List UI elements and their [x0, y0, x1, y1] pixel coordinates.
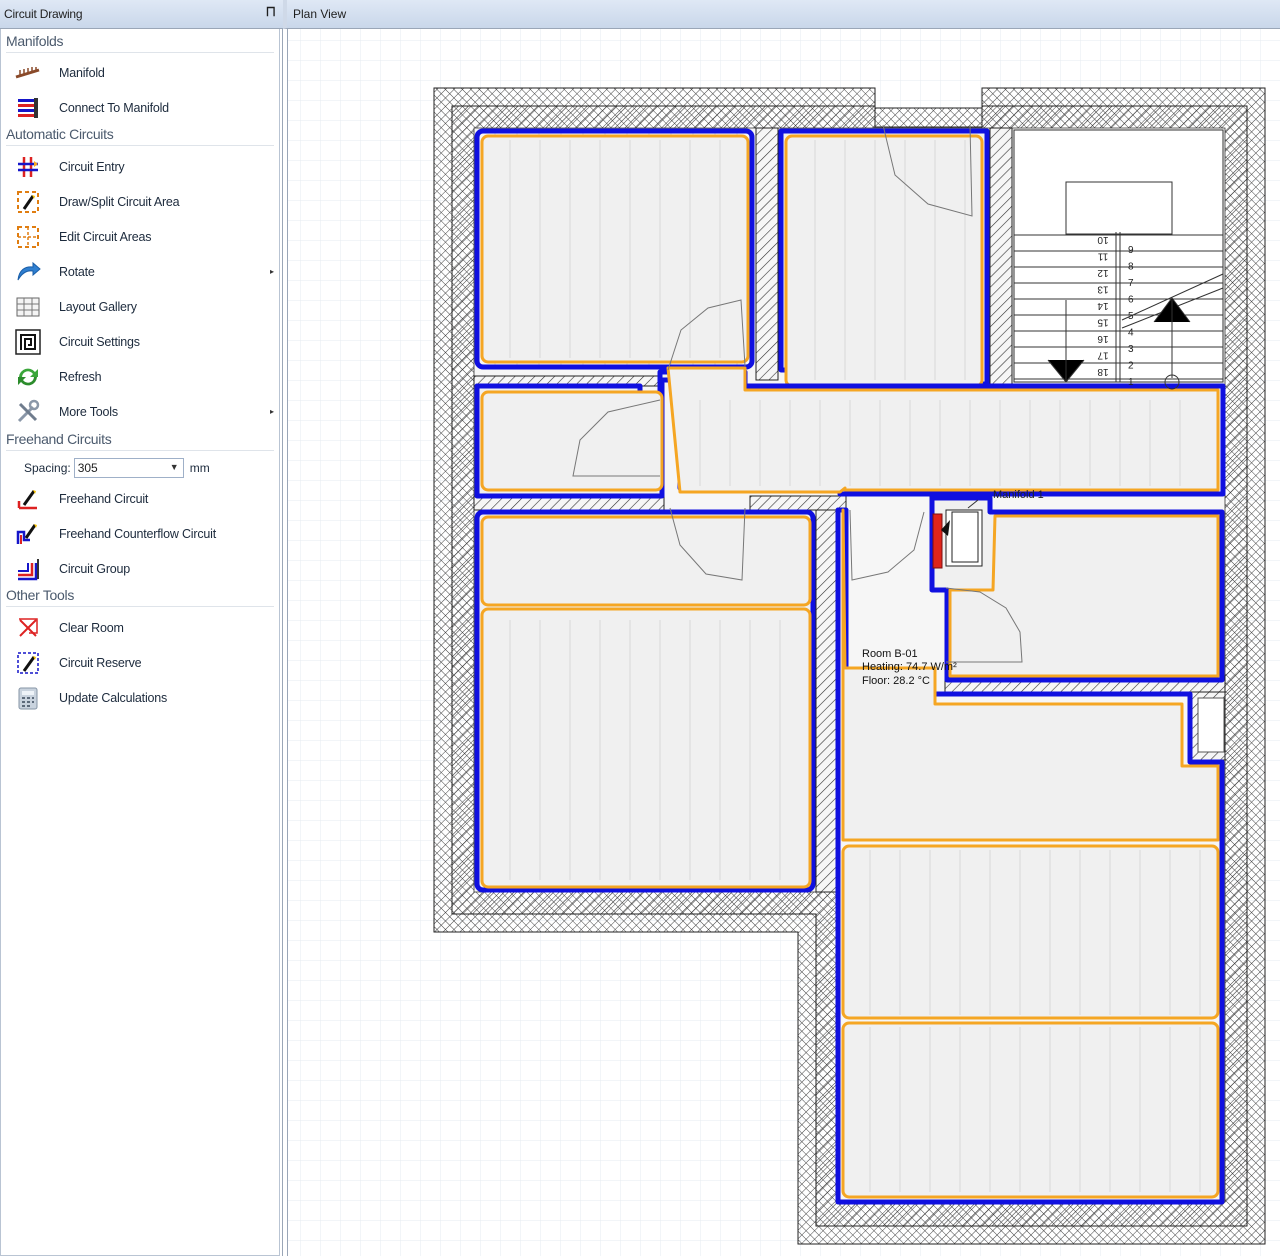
stair-number: 12 [1097, 267, 1109, 278]
stair-number: 2 [1128, 361, 1134, 372]
layout-gallery-icon [14, 294, 42, 320]
update-calculations-label: Update Calculations [59, 691, 168, 705]
freehand-circuit-icon [14, 486, 42, 512]
stair-numbers-left: 10 11 12 13 14 15 16 17 18 [1097, 234, 1109, 377]
clear-room-button[interactable]: Clear Room [14, 613, 276, 643]
update-calculations-button[interactable]: Update Calculations [14, 683, 276, 713]
group-header-freehand: Freehand Circuits [6, 431, 274, 451]
room-heating: Heating: 74.7 W/m² [862, 661, 957, 673]
circuit-drawing-panel: Circuit Drawing ⨅ Manifolds Manifold Con… [0, 0, 283, 1256]
manifold-label: Manifold [59, 66, 105, 80]
spacing-label: Spacing: [24, 461, 71, 475]
room-name: Room B-01 [862, 648, 918, 660]
draw-split-icon [14, 189, 42, 215]
panel-title-bar: Circuit Drawing ⨅ [0, 0, 283, 29]
stair-numbers-right: 9 8 7 6 5 4 3 2 1 [1128, 245, 1134, 388]
plan-canvas[interactable]: 10 11 12 13 14 15 16 17 18 987654321 Manifold 1 … [287, 29, 1280, 1256]
stair-number: 6 [1128, 295, 1134, 306]
stair-number: 18 [1097, 366, 1109, 377]
freehand-counterflow-icon [14, 521, 42, 547]
stairwell: 10 11 12 13 14 15 16 17 18 9 8 7 6 5 4 3 2 1 [1013, 129, 1224, 390]
plan-title: Plan View [293, 7, 347, 21]
draw-split-label: Draw/Split Circuit Area [59, 195, 180, 209]
calculator-icon [14, 685, 42, 711]
tools-icon [14, 399, 42, 425]
layout-gallery-label: Layout Gallery [59, 300, 137, 314]
stair-number: 5 [1128, 311, 1134, 322]
circuit-reserve-label: Circuit Reserve [59, 656, 142, 670]
freehand-counterflow-label: Freehand Counterflow Circuit [59, 527, 216, 541]
stair-number: 13 [1097, 284, 1109, 295]
edit-circuit-areas-button[interactable]: Edit Circuit Areas [14, 222, 276, 252]
more-tools-label: More Tools [59, 405, 118, 419]
group-header-other: Other Tools [6, 587, 274, 607]
freehand-counterflow-circuit-button[interactable]: Freehand Counterflow Circuit [14, 519, 276, 549]
clear-room-label: Clear Room [59, 621, 124, 635]
stair-number: 10 [1097, 234, 1109, 245]
floor-plan-drawing[interactable]: 101112131415161718 987654321 Manifold 1 … [288, 29, 1280, 1256]
circuit-settings-label: Circuit Settings [59, 335, 140, 349]
group-header-manifolds: Manifolds [6, 33, 274, 53]
circuit-settings-button[interactable]: Circuit Settings [14, 327, 276, 357]
stair-number: 8 [1128, 262, 1134, 273]
submenu-arrow-icon: ▸ [269, 267, 274, 276]
circuit-reserve-button[interactable]: Circuit Reserve [14, 648, 276, 678]
refresh-icon [14, 364, 42, 390]
circuit-entry-button[interactable]: Circuit Entry [14, 152, 276, 182]
connect-to-manifold-button[interactable]: Connect To Manifold [14, 93, 276, 123]
spacing-input[interactable]: 305 ▼ [73, 458, 184, 478]
refresh-button[interactable]: Refresh [14, 362, 276, 392]
clear-room-icon [14, 615, 42, 641]
stair-number: 7 [1128, 278, 1134, 289]
stair-number: 15 [1097, 317, 1109, 328]
circuit-group-label: Circuit Group [59, 562, 131, 576]
circuit-settings-icon [14, 329, 42, 355]
stair-number: 16 [1097, 333, 1109, 344]
stair-number: 4 [1128, 328, 1134, 339]
connect-to-manifold-label: Connect To Manifold [59, 101, 169, 115]
stair-number: 11 [1097, 251, 1108, 262]
dropdown-arrow-icon[interactable]: ▼ [170, 462, 179, 472]
closet-box [1197, 697, 1225, 753]
plan-view-panel: Plan View 10 11 12 13 14 15 16 17 18 9 8… [283, 0, 1280, 1256]
rotate-label: Rotate [59, 265, 95, 279]
manifold-button[interactable]: Manifold [14, 58, 276, 88]
stair-number: 17 [1097, 350, 1109, 361]
freehand-circuit-label: Freehand Circuit [59, 492, 149, 506]
manifold-icon [14, 60, 42, 86]
rotate-icon [14, 259, 42, 285]
panel-title: Circuit Drawing [4, 7, 83, 21]
circuit-group-icon [14, 556, 42, 582]
plan-title-bar: Plan View [283, 0, 1280, 29]
rotate-button[interactable]: Rotate ▸ [14, 257, 276, 287]
more-tools-button[interactable]: More Tools ▸ [14, 397, 276, 427]
submenu-arrow-icon: ▸ [269, 407, 274, 416]
circuit-group-button[interactable]: Circuit Group [14, 554, 276, 584]
edit-areas-icon [14, 224, 42, 250]
spacing-row: Spacing: 305 ▼ mm [24, 457, 210, 479]
circuit-reserve-icon [14, 650, 42, 676]
group-header-automatic: Automatic Circuits [6, 126, 274, 146]
pin-icon[interactable]: ⨅ [266, 6, 275, 19]
manifold-label: Manifold 1 [993, 489, 1044, 501]
connect-manifold-icon [14, 95, 42, 121]
freehand-circuit-button[interactable]: Freehand Circuit [14, 484, 276, 514]
stair-number: 3 [1128, 344, 1134, 355]
manifold-red-bar [932, 513, 943, 569]
circuit-entry-label: Circuit Entry [59, 160, 125, 174]
circuit-entry-icon [14, 154, 42, 180]
layout-gallery-button[interactable]: Layout Gallery [14, 292, 276, 322]
spacing-unit: mm [189, 461, 210, 475]
stair-number: 1 [1128, 377, 1134, 388]
spacing-value: 305 [77, 461, 98, 475]
stair-number: 9 [1128, 245, 1134, 256]
room-floor-temp: Floor: 28.2 °C [862, 675, 930, 687]
edit-circuit-areas-label: Edit Circuit Areas [59, 230, 152, 244]
stair-number: 14 [1097, 300, 1109, 311]
refresh-label: Refresh [59, 370, 102, 384]
draw-split-circuit-area-button[interactable]: Draw/Split Circuit Area [14, 187, 276, 217]
